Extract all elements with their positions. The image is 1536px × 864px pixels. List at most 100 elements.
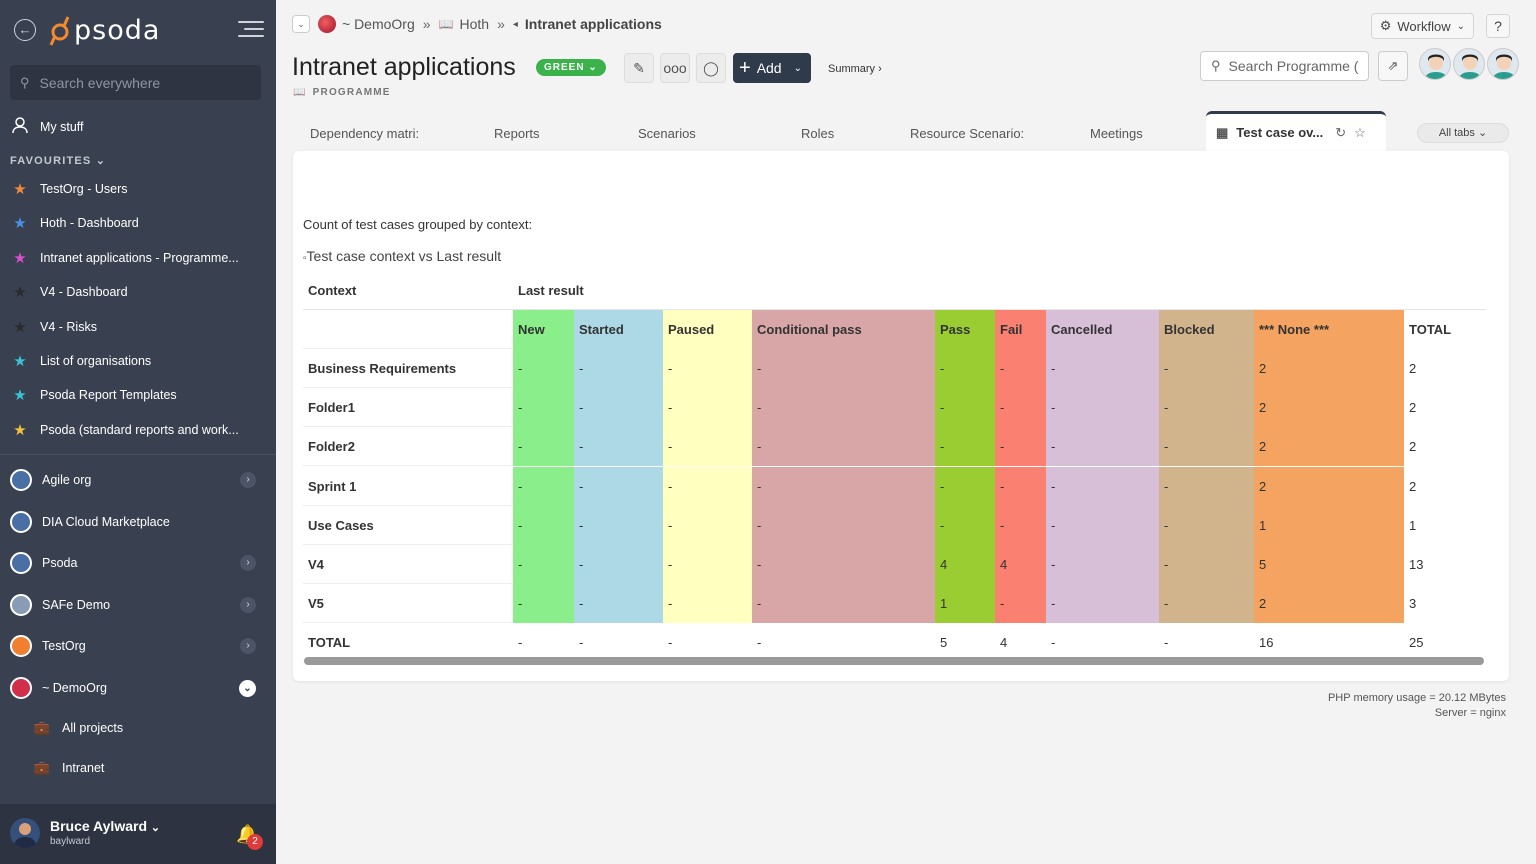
user-panel[interactable]: Bruce Aylward ⌄ baylward 🔔 2 — [0, 804, 276, 864]
chevron-right-icon[interactable]: › — [240, 472, 256, 488]
sidebar-item-label: SAFe Demo — [42, 597, 111, 612]
value-cell: 1 — [1254, 505, 1404, 545]
psoda-logo-mark-icon — [49, 16, 70, 46]
star-icon: ★ — [13, 318, 27, 336]
sidebar-org-item[interactable]: DIA Cloud Marketplace — [10, 510, 266, 533]
psoda-logo[interactable]: psoda — [48, 14, 160, 46]
sidebar-header: ← psoda — [0, 0, 276, 62]
more-button[interactable]: ooo — [660, 53, 690, 83]
sidebar-org-item[interactable]: Agile org › — [10, 469, 266, 491]
star-icon[interactable]: ☆ — [1354, 125, 1366, 141]
status-badge[interactable]: GREEN ⌄ — [536, 59, 606, 76]
breadcrumb-parent[interactable]: Hoth — [460, 16, 490, 32]
tab-bar: Dependency matri: Reports Scenarios Roles Re… — [292, 111, 1510, 151]
value-cell: 2 — [1404, 388, 1486, 428]
context-cell: Sprint 1 — [308, 478, 357, 494]
sidebar-org-item[interactable]: SAFe Demo › — [10, 593, 266, 616]
workflow-button[interactable]: ⚙ Workflow ⌄ — [1370, 13, 1474, 39]
tab-item[interactable]: Resource Scenario: — [910, 126, 1024, 141]
column-header: *** None *** — [1254, 310, 1404, 349]
sidebar-item-label: All projects — [62, 721, 124, 735]
programme-search-input[interactable]: ⚲ Search Programme ( — [1200, 51, 1369, 81]
value-cell: - — [513, 584, 574, 624]
share-icon: ⇗ — [1387, 58, 1399, 73]
column-header: Paused — [663, 310, 752, 349]
chevron-down-icon[interactable]: ⌄ — [239, 679, 256, 697]
table-row: Use Cases - - - - - - - -1 1 — [303, 505, 1486, 545]
value-cell: - — [513, 466, 574, 506]
collapse-menu-icon[interactable] — [238, 21, 264, 39]
favourites-heading[interactable]: FAVOURITES ⌄ — [10, 154, 106, 167]
sidebar-favourite-item[interactable]: ★ V4 - Dashboard — [10, 283, 266, 301]
sidebar-favourite-item[interactable]: ★ Psoda Report Templates — [10, 386, 266, 404]
horizontal-scrollbar[interactable] — [304, 657, 1484, 665]
sidebar-favourite-item[interactable]: ★ List of organisations — [10, 352, 266, 370]
value-cell: - — [995, 349, 1046, 388]
context-cell: V4 — [308, 557, 324, 572]
value-cell: - — [513, 349, 574, 388]
org-logo-icon — [10, 635, 32, 658]
sidebar-item-label: List of organisations — [40, 354, 152, 368]
tag-button[interactable]: ◯ — [696, 53, 726, 83]
tab-item[interactable]: Roles — [801, 126, 834, 141]
value-cell: - — [995, 584, 1046, 624]
sidebar-org-item[interactable]: TestOrg › — [10, 635, 266, 658]
value-cell: - — [513, 505, 574, 545]
sidebar-sub-item[interactable]: 💼 All projects — [32, 720, 288, 736]
value-cell: 4 — [935, 545, 995, 584]
chevron-right-icon[interactable]: › — [240, 638, 256, 655]
refresh-icon[interactable]: ↻ — [1335, 125, 1346, 141]
avatar[interactable] — [10, 818, 40, 848]
add-button[interactable]: + Add ⌄ — [733, 53, 811, 83]
table-row: Folder1- - - - - - - -2 2 — [303, 388, 1486, 428]
edit-button[interactable]: ✎ — [624, 53, 654, 83]
value-cell: 3 — [1404, 584, 1486, 624]
sidebar-favourite-item[interactable]: ★ Psoda (standard reports and work... — [10, 421, 266, 439]
value-cell: 2 — [1254, 349, 1404, 388]
chevron-down-icon: ⌄ — [793, 62, 802, 74]
tab-item[interactable]: Scenarios — [638, 126, 696, 141]
star-icon: ★ — [13, 387, 27, 405]
help-button[interactable]: ? — [1486, 14, 1510, 38]
share-button[interactable]: ⇗ — [1378, 51, 1408, 81]
user-icon — [10, 116, 30, 138]
star-icon: ★ — [13, 249, 27, 267]
tab-test-case-overview[interactable]: ▦ Test case ov... ↻ ☆ — [1206, 111, 1386, 151]
value-cell: - — [663, 545, 752, 584]
sidebar-favourite-item[interactable]: ★ Hoth - Dashboard — [10, 214, 266, 232]
summary-link[interactable]: Summary › — [828, 63, 882, 75]
value-cell: - — [935, 505, 995, 545]
column-header: Started — [574, 310, 663, 349]
report-caption: Count of test cases grouped by context: — [303, 217, 533, 232]
sidebar-org-item[interactable]: Psoda › — [10, 552, 266, 575]
chevron-right-icon[interactable]: › — [240, 555, 256, 572]
sidebar-favourite-item[interactable]: ★ TestOrg - Users — [10, 180, 266, 198]
sidebar-org-item[interactable]: ~ DemoOrg ⌄ — [10, 677, 266, 699]
breadcrumb-dropdown-button[interactable]: ⌄ — [292, 15, 310, 33]
sidebar-search-input[interactable]: ⚲ Search everywhere — [10, 65, 261, 100]
chevron-right-icon[interactable]: › — [240, 596, 256, 613]
value-cell: 2 — [1404, 466, 1486, 506]
breadcrumb-org[interactable]: ~ DemoOrg — [342, 16, 415, 32]
avatar[interactable] — [1487, 48, 1519, 80]
value-cell: - — [1159, 505, 1254, 545]
star-icon: ★ — [13, 215, 27, 233]
tab-item[interactable]: Dependency matri: — [310, 126, 419, 141]
avatar[interactable] — [1419, 48, 1451, 80]
avatar[interactable] — [1453, 48, 1485, 80]
value-cell: - — [1046, 466, 1159, 506]
tab-item[interactable]: Reports — [494, 126, 540, 141]
context-header: Context — [308, 283, 357, 298]
sidebar-item-my-stuff[interactable]: My stuff — [10, 116, 266, 138]
sidebar-sub-item[interactable]: 💼 Intranet — [32, 760, 288, 776]
sidebar-item-label: V4 - Dashboard — [40, 285, 128, 300]
back-arrow-icon[interactable]: ← — [14, 19, 36, 41]
sidebar-favourite-item[interactable]: ★ Intranet applications - Programme... — [10, 249, 266, 267]
sidebar-favourite-item[interactable]: ★ V4 - Risks — [10, 318, 266, 336]
tab-item[interactable]: Meetings — [1090, 126, 1143, 141]
more-icon: ooo — [663, 60, 687, 76]
value-cell: - — [574, 505, 663, 545]
report-panel: Count of test cases grouped by context: … — [293, 151, 1509, 681]
value-cell: - — [574, 466, 663, 506]
all-tabs-button[interactable]: All tabs ⌄ — [1417, 123, 1509, 143]
